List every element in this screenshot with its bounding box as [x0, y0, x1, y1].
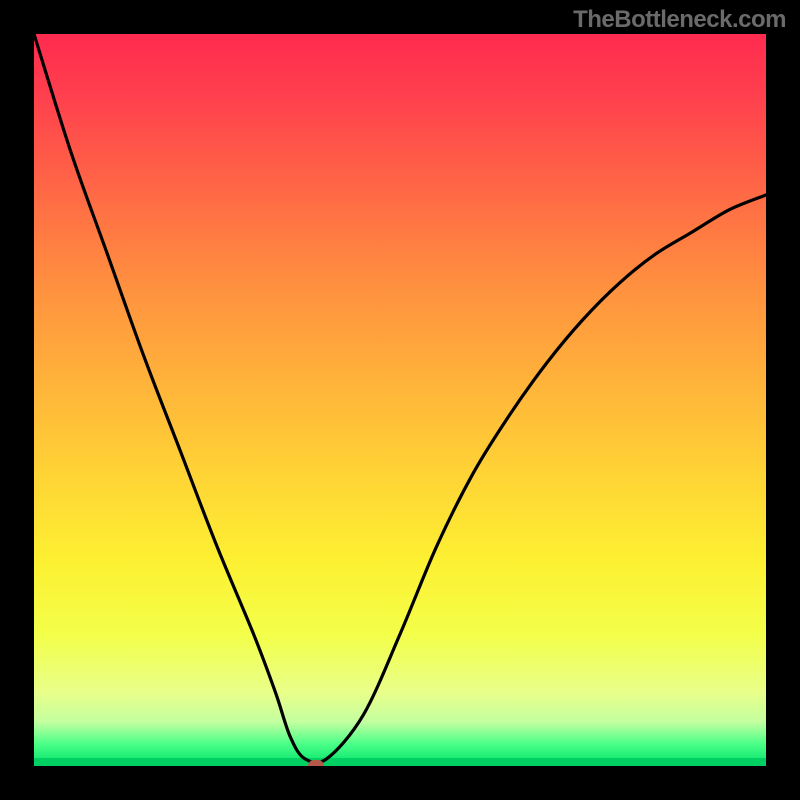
bottleneck-curve-svg [34, 34, 766, 766]
bottleneck-curve-path [34, 34, 766, 763]
current-config-marker [308, 760, 324, 766]
chart-frame: TheBottleneck.com [0, 0, 800, 800]
watermark-text: TheBottleneck.com [573, 6, 786, 34]
plot-area [34, 34, 766, 766]
